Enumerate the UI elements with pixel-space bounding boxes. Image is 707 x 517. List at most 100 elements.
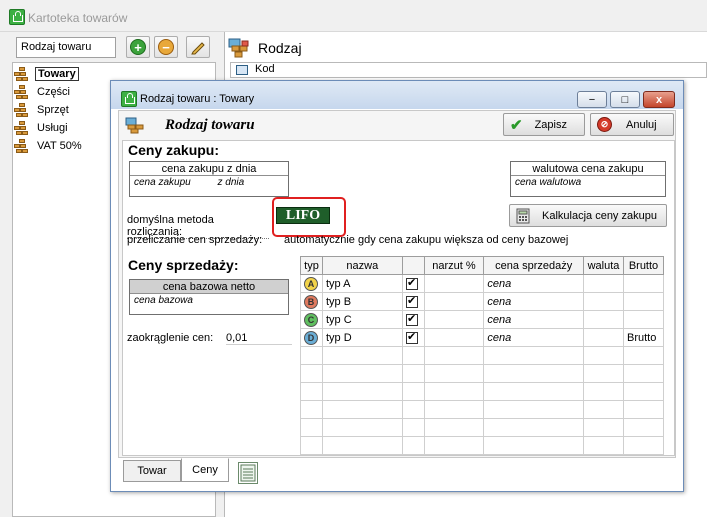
minimize-button[interactable]: −: [577, 91, 607, 108]
base-price-box-title: cena bazowa netto: [130, 280, 288, 294]
table-row-empty[interactable]: [300, 436, 664, 455]
row-markup[interactable]: [423, 328, 485, 347]
rounding-label: zaokrąglenie cen:: [127, 332, 214, 344]
maximize-button[interactable]: □: [610, 91, 640, 108]
cancel-label: Anuluj: [626, 118, 657, 131]
row-name[interactable]: typ B: [321, 292, 403, 311]
base-price-value[interactable]: cena bazowa: [130, 294, 288, 307]
column-header-kod[interactable]: Kod: [230, 62, 707, 78]
row-price[interactable]: cena: [483, 292, 585, 311]
tree-item-towary[interactable]: Towary: [14, 65, 79, 82]
tab-towar[interactable]: Towar: [123, 460, 181, 482]
table-row-empty[interactable]: [300, 400, 664, 419]
row-markup[interactable]: [423, 310, 485, 329]
cancel-button[interactable]: ⊘ Anuluj: [590, 113, 674, 136]
tree-item-label: Części: [37, 85, 71, 98]
table-row[interactable]: A typ A ✔ cena: [300, 274, 664, 293]
category-dropdown[interactable]: Rodzaj towaru: [16, 37, 116, 58]
type-d-icon: D: [304, 330, 318, 345]
tab-ceny[interactable]: Ceny: [181, 458, 229, 482]
row-currency[interactable]: [583, 274, 624, 293]
tree-item-label: VAT 50%: [37, 139, 82, 152]
method-value-lifo[interactable]: LIFO: [276, 207, 330, 224]
type-b-icon: B: [304, 294, 318, 309]
bricks-folder-icon: [125, 117, 144, 134]
row-name[interactable]: typ A: [321, 274, 403, 293]
row-checkbox[interactable]: ✔: [405, 313, 418, 326]
table-row[interactable]: D typ D ✔ cena Brutto: [300, 328, 664, 347]
table-row-empty[interactable]: [300, 418, 664, 437]
column-header-narzut[interactable]: narzut %: [423, 256, 485, 275]
bricks-icon: [14, 84, 30, 99]
calculator-icon: [516, 208, 530, 223]
column-header-nazwa[interactable]: nazwa: [321, 256, 403, 275]
column-header-cena[interactable]: cena sprzedaży: [483, 256, 585, 275]
row-markup[interactable]: [423, 274, 485, 293]
currency-price-box-title: walutowa cena zakupu: [511, 162, 665, 176]
calculate-price-button[interactable]: Kalkulacja ceny zakupu: [509, 204, 667, 227]
row-name[interactable]: typ D: [321, 328, 403, 347]
row-checkbox[interactable]: ✔: [405, 295, 418, 308]
edit-button[interactable]: [186, 36, 210, 58]
row-checkbox[interactable]: ✔: [405, 277, 418, 290]
app-basket-icon: [9, 9, 25, 25]
close-button[interactable]: x: [643, 91, 675, 108]
maximize-icon: □: [621, 93, 629, 106]
purchase-date-box-values[interactable]: cena zakupu z dnia: [130, 176, 288, 189]
table-row[interactable]: B typ B ✔ cena: [300, 292, 664, 311]
currency-price-box: walutowa cena zakupu cena walutowa: [510, 161, 666, 197]
row-name[interactable]: typ C: [321, 310, 403, 329]
currency-price-value[interactable]: cena walutowa: [511, 176, 665, 189]
rounding-value[interactable]: 0,01: [226, 332, 292, 345]
row-price[interactable]: cena: [483, 328, 585, 347]
minimize-icon: −: [588, 93, 596, 106]
base-price-box: cena bazowa netto cena bazowa: [129, 279, 289, 315]
table-row-empty[interactable]: [300, 382, 664, 401]
dialog-heading: Rodzaj towaru: [165, 117, 255, 133]
save-label: Zapisz: [534, 118, 567, 131]
tab-notes[interactable]: [238, 462, 258, 484]
bricks-icon: [14, 66, 30, 81]
dialog-title: Rodzaj towaru : Towary: [140, 93, 255, 105]
column-header-typ[interactable]: typ: [300, 256, 323, 275]
purchase-section-title: Ceny zakupu:: [128, 142, 220, 158]
row-price[interactable]: cena: [483, 310, 585, 329]
row-currency[interactable]: [583, 328, 624, 347]
table-header-row: typ nazwa narzut % cena sprzedaży waluta…: [300, 256, 664, 275]
recalc-value[interactable]: automatycznie gdy cena zakupu większa od…: [284, 234, 568, 246]
table-row-empty[interactable]: [300, 364, 664, 383]
row-currency[interactable]: [583, 310, 624, 329]
tree-item-sprzet[interactable]: Sprzęt: [14, 101, 71, 118]
tree-item-czesci[interactable]: Części: [14, 83, 72, 100]
row-gross[interactable]: [623, 310, 664, 329]
column-header-brutto[interactable]: Brutto: [623, 256, 664, 275]
table-row[interactable]: C typ C ✔ cena: [300, 310, 664, 329]
tree-item-vat50[interactable]: VAT 50%: [14, 137, 84, 154]
table-row-empty[interactable]: [300, 346, 664, 365]
type-c-icon: C: [304, 312, 318, 327]
save-button[interactable]: ✔ Zapisz: [503, 113, 585, 136]
add-button[interactable]: +: [126, 36, 150, 58]
pencil-icon: [191, 42, 205, 55]
row-markup[interactable]: [423, 292, 485, 311]
checkmark-icon: ✔: [510, 116, 523, 134]
row-gross[interactable]: Brutto: [623, 328, 664, 347]
row-gross[interactable]: [623, 274, 664, 293]
column-header-check[interactable]: [401, 256, 425, 275]
records-title: Rodzaj: [258, 40, 302, 56]
tree-item-uslugi[interactable]: Usługi: [14, 119, 70, 136]
column-header-waluta[interactable]: waluta: [583, 256, 624, 275]
column-header-label: Kod: [255, 63, 275, 75]
row-currency[interactable]: [583, 292, 624, 311]
cancel-icon: ⊘: [597, 117, 612, 132]
row-checkbox[interactable]: ✔: [405, 331, 418, 344]
row-price[interactable]: cena: [483, 274, 585, 293]
dialog-basket-icon: [121, 91, 137, 107]
sales-section-title: Ceny sprzedaży:: [128, 257, 239, 273]
remove-button[interactable]: −: [154, 36, 178, 58]
calculate-price-label: Kalkulacja ceny zakupu: [542, 209, 657, 222]
purchase-date-box: cena zakupu z dnia cena zakupu z dnia: [129, 161, 289, 197]
bricks-icon: [14, 102, 30, 117]
row-gross[interactable]: [623, 292, 664, 311]
plus-icon: +: [130, 39, 146, 55]
